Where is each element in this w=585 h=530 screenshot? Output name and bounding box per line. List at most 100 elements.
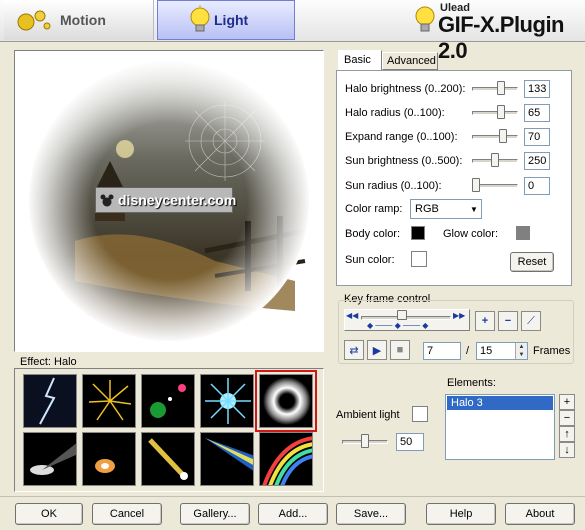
setting-track-0 [472,87,518,91]
current-frame-input[interactable]: 7 [423,342,461,360]
effect-thumb-rainbow[interactable] [259,432,313,486]
sun-color-swatch[interactable] [411,251,427,267]
save-button[interactable]: Save... [336,503,406,525]
effect-thumb-spotlight[interactable] [23,432,77,486]
frame-separator: / [466,345,470,357]
setting-slider-thumb-1[interactable] [496,105,505,119]
keyframe-slider[interactable]: ◀◀ ▶▶ ◆ ─── ◆ ─── ◆ [344,309,470,331]
brand-title: GIF-X.Plugin 2.0 [438,12,565,63]
ambient-value-stepper[interactable]: 50 [396,433,424,451]
settings-tab-basic[interactable]: Basic [338,50,382,70]
glow-icon [83,433,135,485]
total-frames-value: 15 [480,345,493,357]
watermark-badge: disneycenter.com [95,187,237,213]
glow-color-label: Glow color: [443,228,499,240]
add-button[interactable]: Add... [258,503,328,525]
help-button[interactable]: Help [426,503,496,525]
keyframe-tool-button[interactable]: ⟋ [521,311,541,331]
setting-track-1 [472,111,518,115]
stop-button[interactable]: ■ [390,340,410,360]
setting-value-2: 70 [528,131,541,143]
setting-slider-thumb-3[interactable] [491,153,499,167]
setting-label-2: Expand range (0..100): [345,131,458,143]
effect-thumb-halo[interactable] [255,370,317,432]
setting-label-0: Halo brightness (0..200): [345,83,466,95]
effect-thumb-comet[interactable] [141,432,195,486]
lightbulb-icon [188,5,212,37]
loop-icon: ⇄ [349,344,359,357]
add-element-button[interactable]: + [559,394,575,410]
color-ramp-select[interactable]: RGB ▼ [410,199,482,219]
total-frames-stepper[interactable]: 15 ▲ ▼ [476,342,528,360]
effect-label: Effect: Halo [20,356,77,368]
ok-button[interactable]: OK [15,503,83,525]
setting-value-1: 65 [528,107,541,119]
preview-frame: disneycenter.com [14,50,324,352]
loop-button[interactable]: ⇄ [344,340,364,360]
ambient-slider-thumb[interactable] [361,434,369,448]
ambient-light-label: Ambient light [336,409,400,421]
glow-color-swatch[interactable] [516,226,530,240]
gallery-button[interactable]: Gallery... [180,503,250,525]
setting-slider-thumb-0[interactable] [497,81,506,95]
elements-label: Elements: [447,377,496,389]
play-icon: ▶ [372,344,382,357]
halo-icon [260,375,312,427]
plus-icon: + [481,315,489,327]
watermark-text: disneycenter.com [118,192,237,208]
setting-value-4: 0 [528,180,535,192]
light-beam-icon [201,433,253,485]
elements-list-item[interactable]: Halo 3 [447,396,553,410]
keyframe-diamond-icon: ◆ ─── ◆ ─── ◆ [367,321,429,330]
cancel-button[interactable]: Cancel [92,503,162,525]
spin-arrows-icon[interactable]: ▲ ▼ [515,343,527,359]
chevron-down-icon: ▼ [470,204,478,214]
elements-list[interactable]: Halo 3 [445,394,555,460]
setting-slider-thumb-2[interactable] [498,129,507,143]
setting-value-input-1[interactable]: 65 [524,104,550,122]
frames-unit-label: Frames [533,345,571,357]
effect-thumb-lightning[interactable] [23,374,77,428]
star-burst-icon [201,375,253,427]
setting-slider-thumb-4[interactable] [472,178,480,192]
setting-value-input-3[interactable]: 250 [524,152,550,170]
tab-light[interactable]: Light [157,0,295,40]
lightning-icon [24,375,76,427]
reset-button[interactable]: Reset [510,252,554,272]
body-color-swatch[interactable] [411,226,425,240]
fireworks-icon [83,375,135,427]
setting-value-input-0[interactable]: 133 [524,80,550,98]
brand-icon [412,4,438,36]
settings-tab-basic-label: Basic [344,54,371,66]
setting-label-4: Sun radius (0..100): [345,180,442,192]
tab-motion[interactable]: Motion [4,0,154,40]
color-ramp-label: Color ramp: [345,203,403,215]
mickey-icon [100,193,114,207]
keyframe-thumb[interactable] [397,310,407,320]
ambient-color-swatch[interactable] [412,406,428,422]
sun-color-label: Sun color: [345,254,395,266]
setting-value-input-2[interactable]: 70 [524,128,550,146]
add-keyframe-button[interactable]: + [475,311,495,331]
effect-thumb-star-burst[interactable] [200,374,254,428]
play-button[interactable]: ▶ [367,340,387,360]
effect-thumb-light-beam[interactable] [200,432,254,486]
stop-icon: ■ [396,344,404,356]
move-down-button[interactable]: ↓ [559,442,575,458]
settings-tab-advanced-label: Advanced [387,55,436,67]
effect-thumb-fireworks[interactable] [82,374,136,428]
body-color-label: Body color: [345,228,401,240]
remove-element-button[interactable]: − [559,410,575,426]
about-button[interactable]: About [505,503,575,525]
effect-thumb-glow[interactable] [82,432,136,486]
spotlight-icon [24,433,76,485]
color-ramp-value: RGB [415,203,439,215]
keyframe-start-icon: ◀◀ [346,311,359,320]
motion-icon [16,6,52,34]
minus-icon: − [504,315,512,327]
move-up-button[interactable]: ↑ [559,426,575,442]
effect-thumb-lens-flare[interactable] [141,374,195,428]
setting-value-input-4[interactable]: 0 [524,177,550,195]
remove-keyframe-button[interactable]: − [498,311,518,331]
settings-tab-advanced[interactable]: Advanced [382,52,438,70]
